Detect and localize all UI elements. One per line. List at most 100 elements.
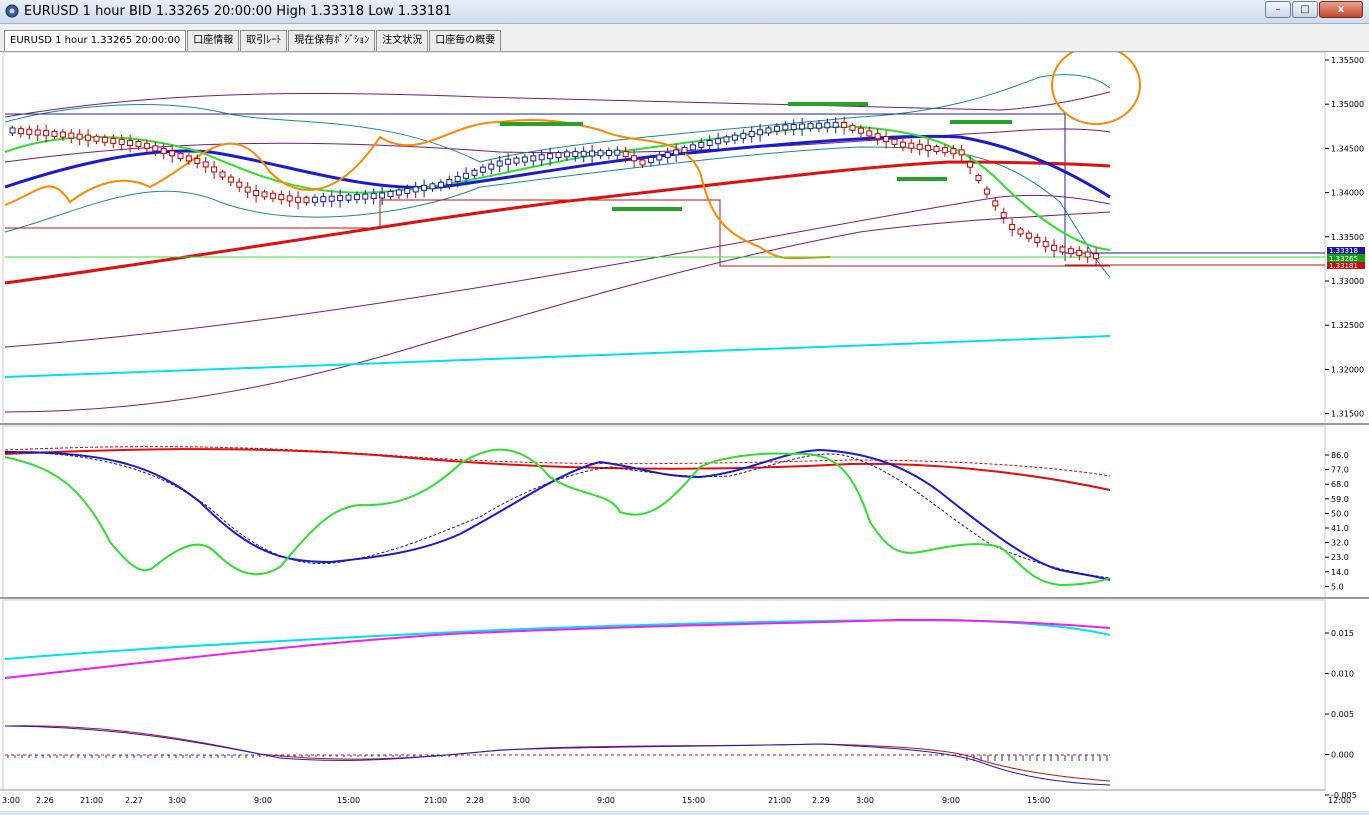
- macd-red: [4, 725, 1111, 782]
- candle-body: [757, 129, 764, 136]
- time-label: 3:00: [512, 796, 530, 805]
- minimize-button[interactable]: –: [1265, 1, 1291, 18]
- tab-trading-rates[interactable]: 取引ﾚｰﾄ: [240, 30, 288, 51]
- candle-body: [101, 136, 108, 143]
- tab-chart[interactable]: EURUSD 1 hour 1.33265 20:00:00: [4, 30, 187, 51]
- price-indicators: [4, 45, 1325, 413]
- candle-body: [740, 132, 747, 139]
- candle-body: [127, 139, 134, 146]
- candle-body: [857, 127, 864, 134]
- candle-body: [832, 121, 839, 128]
- candle-body: [731, 134, 738, 141]
- bollinger-upper: [4, 91, 1111, 118]
- candle-body: [59, 131, 66, 138]
- candle-body: [169, 150, 176, 157]
- stoch-green: [4, 448, 1111, 587]
- candle-body: [572, 151, 579, 158]
- candle-body: [353, 194, 360, 201]
- low-price-label: 1.33181: [1329, 262, 1358, 270]
- candle-body: [950, 148, 957, 155]
- candle-body: [454, 175, 461, 182]
- candle-body: [689, 144, 696, 151]
- chart-canvas[interactable]: 1.35500 1.35000 1.34500 1.34000 1.33500 1.330…: [0, 45, 1369, 811]
- axis-tick-label: 50.0: [1331, 509, 1349, 518]
- candle-body: [463, 172, 470, 179]
- chart-area[interactable]: 1.35500 1.35000 1.34500 1.34000 1.33500 1.330…: [0, 45, 1369, 811]
- candle-body: [941, 147, 948, 154]
- time-label: 15:00: [337, 796, 360, 805]
- candle-body: [899, 141, 906, 148]
- tab-order-status[interactable]: 注文状況: [376, 30, 429, 51]
- candle-body: [538, 154, 545, 161]
- axis-tick-label: 59.0: [1331, 495, 1349, 504]
- candle-body: [118, 138, 125, 145]
- time-label: 21:00: [424, 796, 447, 805]
- green-marker: [500, 122, 583, 126]
- candle-body: [320, 196, 327, 203]
- candle-body: [748, 131, 755, 138]
- time-label: 2.29: [812, 796, 830, 805]
- macd-panel: [2, 599, 1326, 791]
- candle-body: [715, 138, 722, 145]
- candle-body: [521, 156, 528, 163]
- candle-body: [992, 200, 999, 207]
- candle-body: [227, 176, 234, 183]
- axis-tick-label: 1.32000: [1331, 365, 1364, 374]
- candle-body: [605, 149, 612, 156]
- time-label: 2.28: [466, 796, 484, 805]
- axis-tick-label: 1.34000: [1331, 189, 1364, 198]
- window-titlebar[interactable]: EURUSD 1 hour BID 1.33265 20:00:00 High …: [0, 0, 1369, 24]
- candle-body: [286, 195, 293, 202]
- axis-tick-label: 32.0: [1331, 539, 1349, 548]
- candle-body: [916, 143, 923, 150]
- candle-body: [622, 151, 629, 158]
- time-label: 9:00: [942, 796, 960, 805]
- candle-body: [1084, 251, 1091, 258]
- candle-body: [496, 160, 503, 167]
- candle-body: [211, 166, 218, 173]
- candle-body: [446, 179, 453, 186]
- macd-cyan: [4, 618, 1111, 660]
- tab-account-info[interactable]: 口座情報: [187, 30, 240, 51]
- axis-tick-label: 14.0: [1331, 568, 1349, 577]
- candle-body: [1025, 232, 1032, 239]
- time-label: 9:00: [597, 796, 615, 805]
- axis-tick-label: 1.31500: [1331, 410, 1364, 419]
- candle-body: [849, 124, 856, 131]
- candle-body: [639, 159, 646, 166]
- time-label: 21:00: [80, 796, 103, 805]
- candle-body: [337, 195, 344, 202]
- candle-body: [253, 190, 260, 197]
- candle-body: [17, 128, 24, 135]
- maximize-button[interactable]: □: [1292, 1, 1318, 18]
- candle-body: [967, 161, 974, 168]
- candle-body: [656, 154, 663, 161]
- candle-body: [85, 134, 92, 141]
- tab-account-summary[interactable]: 口座毎の概要: [429, 30, 502, 51]
- candle-body: [295, 196, 302, 203]
- bollinger-lower-outer: [4, 211, 1111, 413]
- candle-body: [1034, 236, 1041, 243]
- bollinger-lower-mid: [4, 194, 1111, 348]
- candle-body: [925, 144, 932, 151]
- candle-body: [185, 155, 192, 162]
- window-title: EURUSD 1 hour BID 1.33265 20:00:00 High …: [24, 4, 452, 19]
- candle-body: [311, 196, 318, 203]
- close-icon: x: [1337, 4, 1345, 15]
- candle-body: [983, 188, 990, 195]
- candle-body: [782, 124, 789, 131]
- macd-lines: [4, 618, 1111, 786]
- axis-tick-label: 0.005: [1331, 710, 1354, 719]
- candle-body: [647, 156, 654, 163]
- candle-body: [9, 127, 16, 134]
- axis-tick-label: 1.34500: [1331, 144, 1364, 153]
- candle-body: [1000, 212, 1007, 219]
- candle-body: [765, 127, 772, 134]
- stoch-blue: [4, 448, 1111, 581]
- candle-body: [437, 181, 444, 188]
- highlight-circle: [1051, 45, 1141, 125]
- axis-tick-label: 23.0: [1331, 553, 1349, 562]
- tab-open-positions[interactable]: 現在保有ﾎﾟｼﾞｼｮﾝ: [288, 30, 376, 51]
- axis-tick-label: 41.0: [1331, 524, 1349, 533]
- close-button[interactable]: x: [1319, 1, 1363, 18]
